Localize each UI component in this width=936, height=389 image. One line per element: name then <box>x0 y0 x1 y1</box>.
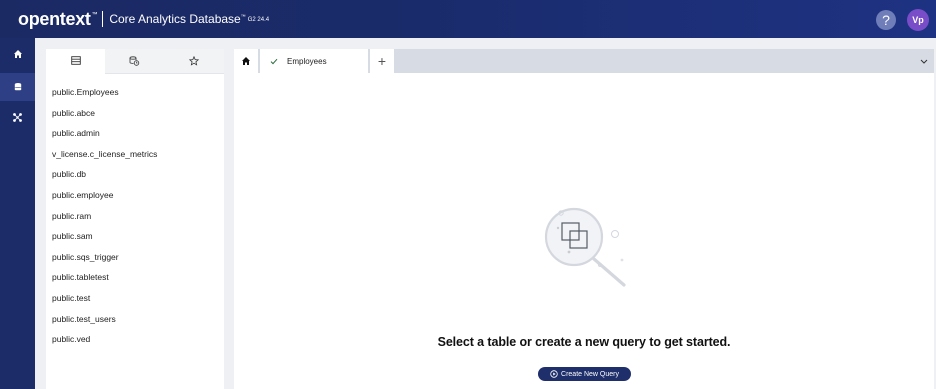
empty-state-message: Select a table or create a new query to … <box>437 335 731 349</box>
tab-tables[interactable] <box>46 49 106 74</box>
logo-trademark: ™ <box>91 11 98 18</box>
nav-rail <box>0 38 35 389</box>
help-button[interactable]: ? <box>876 10 896 30</box>
table-list-item[interactable]: v_license.c_license_metrics <box>46 144 224 165</box>
database-icon <box>14 83 21 91</box>
add-tab-button[interactable]: + <box>370 49 394 73</box>
product-name-text: Core Analytics Database <box>109 12 241 26</box>
query-tab-bar: Employees + <box>234 49 934 73</box>
rail-item-connections[interactable] <box>0 103 35 131</box>
table-list-item[interactable]: public.tabletest <box>46 267 224 288</box>
logo-text: opentext <box>18 8 91 29</box>
chevron-down-icon <box>920 59 928 64</box>
table-browser-panel: public.Employees public.abce public.admi… <box>46 49 224 389</box>
tab-home[interactable] <box>234 49 258 73</box>
query-workspace: Employees + Select a table or create a n… <box>234 49 934 389</box>
home-icon <box>242 57 250 65</box>
table-list-item[interactable]: public.sam <box>46 226 224 247</box>
table-list-item[interactable]: public.db <box>46 164 224 185</box>
opentext-logo: opentext ™ <box>18 8 98 30</box>
panel-tabs <box>46 49 224 74</box>
header-divider <box>102 11 104 27</box>
app-header: opentext ™ Core Analytics Database™ G2 24… <box>0 0 936 38</box>
tab-overflow-dropdown[interactable] <box>914 49 934 73</box>
check-icon <box>270 58 278 64</box>
magnifier-illustration-icon <box>544 207 626 287</box>
tab-label: Employees <box>287 56 327 66</box>
user-avatar[interactable]: Vp <box>907 9 929 31</box>
product-trademark: ™ <box>240 14 246 20</box>
play-circle-icon <box>550 370 558 378</box>
rail-item-home[interactable] <box>0 40 35 68</box>
table-list-item[interactable]: public.test <box>46 288 224 309</box>
table-list-item[interactable]: public.ved <box>46 329 224 350</box>
table-list-item[interactable]: public.employee <box>46 185 224 206</box>
product-version: G2 24.4 <box>247 17 270 23</box>
star-icon <box>189 56 200 66</box>
table-list-item[interactable]: public.sqs_trigger <box>46 247 224 268</box>
plus-icon: + <box>377 53 387 69</box>
empty-state: Select a table or create a new query to … <box>234 73 934 389</box>
home-icon <box>13 50 22 58</box>
table-list: public.Employees public.abce public.admi… <box>46 74 224 350</box>
product-name: Core Analytics Database™ <box>109 12 245 26</box>
table-list-item[interactable]: public.test_users <box>46 309 224 330</box>
history-icon <box>130 56 140 66</box>
table-list-item[interactable]: public.ram <box>46 206 224 227</box>
rail-item-database[interactable] <box>0 73 35 101</box>
tab-favorites[interactable] <box>164 49 224 74</box>
tables-icon <box>70 56 81 65</box>
table-list-item[interactable]: public.Employees <box>46 82 224 103</box>
help-icon: ? <box>882 12 890 28</box>
create-new-query-label: Create New Query <box>561 370 619 378</box>
tab-query-history[interactable] <box>105 49 165 74</box>
create-new-query-button[interactable]: Create New Query <box>538 367 631 381</box>
connections-icon <box>13 112 22 122</box>
table-list-item[interactable]: public.abce <box>46 103 224 124</box>
table-list-item[interactable]: public.admin <box>46 123 224 144</box>
tab-employees[interactable]: Employees <box>260 49 368 73</box>
